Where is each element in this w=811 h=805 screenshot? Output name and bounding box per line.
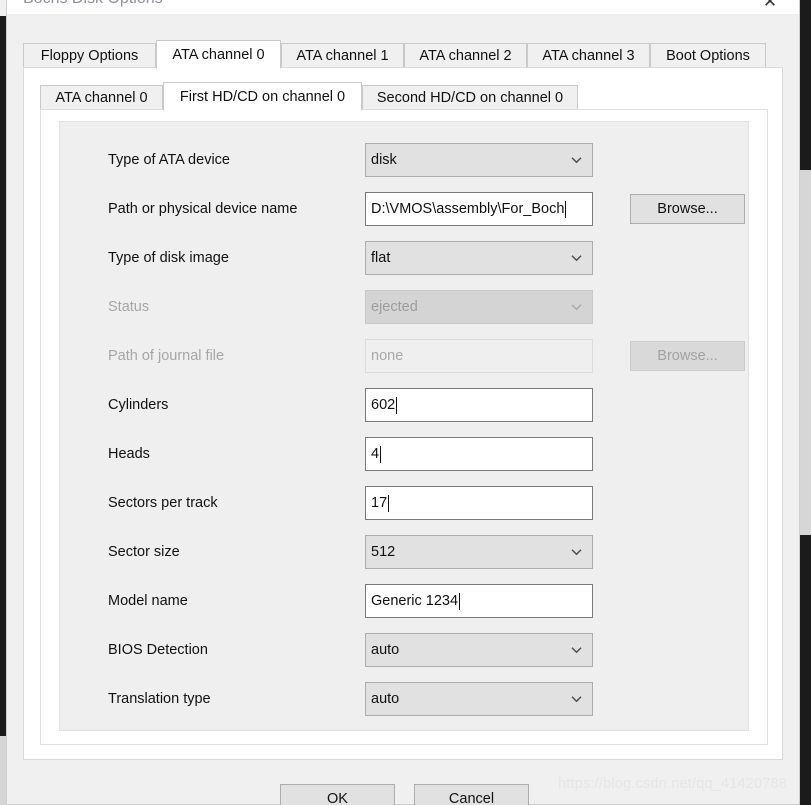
form-row-heads: Heads 4 — [60, 437, 748, 471]
label-sectors-per-track: Sectors per track — [108, 495, 218, 511]
field-value: D:\VMOS\assembly\For_Boch — [371, 201, 565, 217]
field-value: ejected — [371, 299, 418, 315]
select-status: ejected — [365, 290, 593, 324]
field-value: 602 — [371, 397, 396, 413]
text-caret — [565, 200, 567, 218]
desktop-strip-right-top — [800, 0, 811, 170]
device-settings-groupbox: Type of ATA device disk Path or physical d… — [59, 121, 749, 731]
input-model-name[interactable]: Generic 1234 — [365, 584, 593, 618]
inner-tab-0[interactable]: ATA channel 0 — [40, 85, 163, 110]
bochs-disk-options-window: Bochs Disk Options ✕ Floppy Options ATA c… — [6, 0, 800, 805]
form-row-model-name: Model name Generic 1234 — [60, 584, 748, 618]
first-hd-cd-panel: Type of ATA device disk Path or physical d… — [40, 109, 768, 745]
tab-label: Floppy Options — [40, 47, 139, 64]
tab-4[interactable]: ATA channel 3 — [527, 43, 650, 68]
input-path-of-journal-file: none — [365, 339, 593, 373]
chevron-down-icon — [571, 302, 582, 313]
tab-label: First HD/CD on channel 0 — [179, 88, 346, 105]
form-row-sector-size: Sector size 512 — [60, 535, 748, 569]
tab-label: ATA channel 0 — [172, 46, 265, 63]
chevron-down-icon — [571, 547, 582, 558]
form-row-path-of-journal-file: Path of journal file none Browse... — [60, 339, 748, 373]
screen: Bochs Disk Options ✕ Floppy Options ATA c… — [0, 0, 811, 805]
field-value: auto — [371, 642, 400, 658]
field-value: 17 — [371, 495, 388, 511]
tab-3[interactable]: ATA channel 2 — [404, 43, 527, 68]
tab-2[interactable]: ATA channel 1 — [281, 43, 404, 68]
text-caret — [396, 396, 398, 414]
tab-label: ATA channel 3 — [542, 47, 635, 64]
tab-1[interactable]: ATA channel 0 — [156, 40, 281, 69]
browse-button-path-of-journal-file: Browse... — [630, 341, 745, 371]
watermark: https://blog.csdn.net/qq_41420788 — [558, 776, 788, 792]
chevron-down-icon — [571, 155, 582, 166]
inner-tabstrip: ATA channel 0 First HD/CD on channel 0 Sec… — [40, 82, 768, 111]
chevron-down-icon — [571, 645, 582, 656]
label-bios-detection: BIOS Detection — [108, 642, 208, 658]
field-value: none — [371, 348, 404, 364]
form-row-type-of-disk-image: Type of disk image flat — [60, 241, 748, 275]
label-path-or-physical-device-name: Path or physical device name — [108, 201, 298, 217]
dialog-client-area: Floppy Options ATA channel 0 ATA channel 1… — [7, 14, 799, 804]
form-row-bios-detection: BIOS Detection auto — [60, 633, 748, 667]
title-bar: Bochs Disk Options ✕ — [7, 0, 799, 14]
label-model-name: Model name — [108, 593, 188, 609]
select-type-of-ata-device[interactable]: disk — [365, 143, 593, 177]
outer-tabstrip: Floppy Options ATA channel 0 ATA channel 1… — [23, 40, 783, 69]
label-status: Status — [108, 299, 150, 315]
text-caret — [380, 445, 382, 463]
field-value: auto — [371, 691, 400, 707]
tab-label: ATA channel 2 — [419, 47, 512, 64]
text-caret — [388, 494, 390, 512]
field-value: flat — [371, 250, 391, 266]
form-row-type-of-ata-device: Type of ATA device disk — [60, 143, 748, 177]
label-sector-size: Sector size — [108, 544, 180, 560]
field-value: 4 — [371, 446, 380, 462]
desktop-strip-right-mid — [800, 170, 811, 535]
tab-label: Boot Options — [666, 47, 750, 64]
tab-label: Second HD/CD on channel 0 — [376, 89, 564, 106]
chevron-down-icon — [571, 253, 582, 264]
field-value: Generic 1234 — [371, 593, 459, 609]
form-row-cylinders: Cylinders 602 — [60, 388, 748, 422]
form-row-path-or-physical-device-name: Path or physical device name D:\VMOS\asse… — [60, 192, 748, 226]
label-path-of-journal-file: Path of journal file — [108, 348, 225, 364]
label-type-of-disk-image: Type of disk image — [108, 250, 229, 266]
desktop-strip-right-bottom — [800, 535, 811, 805]
tab-0[interactable]: Floppy Options — [23, 43, 156, 68]
ok-button[interactable]: OK — [280, 784, 395, 805]
window-title: Bochs Disk Options — [23, 0, 163, 8]
close-icon[interactable]: ✕ — [747, 0, 793, 15]
form-row-translation-type: Translation type auto — [60, 682, 748, 716]
select-type-of-disk-image[interactable]: flat — [365, 241, 593, 275]
label-cylinders: Cylinders — [108, 397, 169, 413]
tab-label: ATA channel 0 — [55, 89, 148, 106]
label-translation-type: Translation type — [108, 691, 211, 707]
select-translation-type[interactable]: auto — [365, 682, 593, 716]
tab-label: ATA channel 1 — [296, 47, 389, 64]
label-heads: Heads — [108, 446, 150, 462]
ata-channel-0-panel: ATA channel 0 First HD/CD on channel 0 Sec… — [23, 67, 783, 760]
form-row-status: Status ejected — [60, 290, 748, 324]
input-heads[interactable]: 4 — [365, 437, 593, 471]
input-path-or-physical-device-name[interactable]: D:\VMOS\assembly\For_Boch — [365, 192, 593, 226]
tab-5[interactable]: Boot Options — [650, 43, 766, 68]
select-sector-size[interactable]: 512 — [365, 535, 593, 569]
label-type-of-ata-device: Type of ATA device — [108, 152, 230, 168]
field-value: disk — [371, 152, 397, 168]
input-sectors-per-track[interactable]: 17 — [365, 486, 593, 520]
field-value: 512 — [371, 544, 396, 560]
input-cylinders[interactable]: 602 — [365, 388, 593, 422]
select-bios-detection[interactable]: auto — [365, 633, 593, 667]
inner-tab-1[interactable]: First HD/CD on channel 0 — [163, 82, 362, 111]
text-caret — [459, 592, 461, 610]
cancel-button[interactable]: Cancel — [414, 784, 529, 805]
inner-tab-2[interactable]: Second HD/CD on channel 0 — [362, 85, 578, 110]
browse-button-path-or-physical-device-name[interactable]: Browse... — [630, 194, 745, 224]
chevron-down-icon — [571, 694, 582, 705]
form-row-sectors-per-track: Sectors per track 17 — [60, 486, 748, 520]
